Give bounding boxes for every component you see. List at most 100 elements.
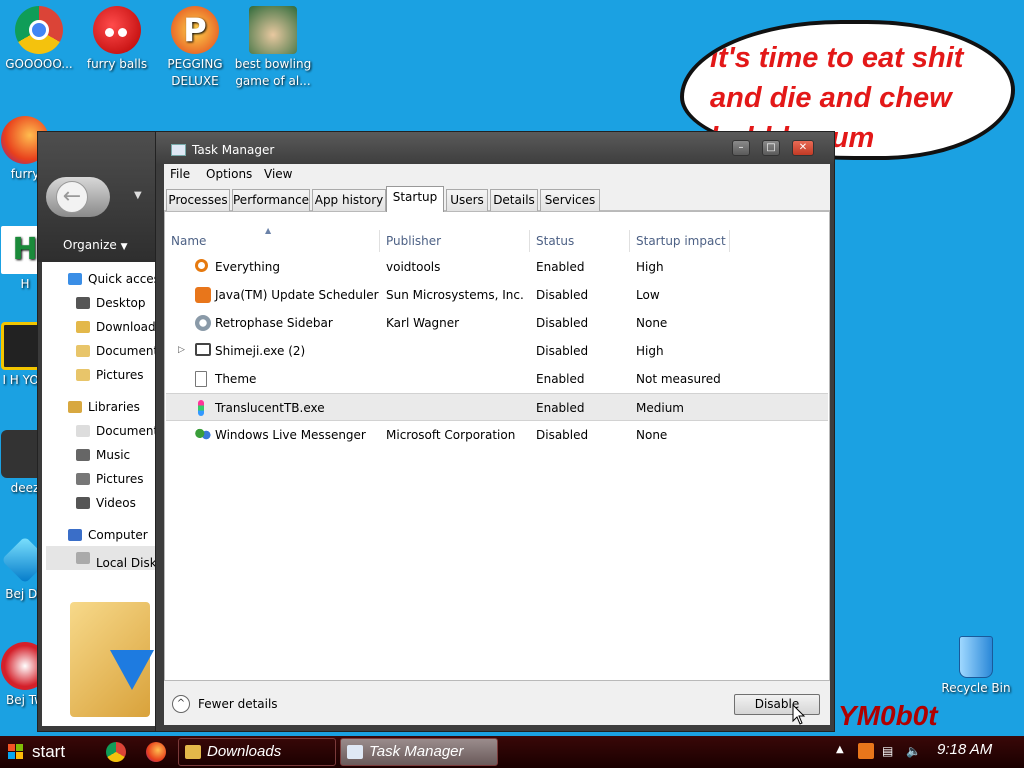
table-row[interactable]: ▷ Shimeji.exe (2) Disabled High	[166, 337, 828, 365]
network-icon[interactable]: ▤	[882, 744, 893, 758]
row-name: Retrophase Sidebar	[215, 316, 333, 330]
task-manager-icon	[171, 144, 186, 156]
row-name: TranslucentTB.exe	[215, 401, 325, 415]
disable-button[interactable]: Disable	[734, 694, 820, 715]
column-divider[interactable]	[729, 230, 730, 252]
tree-item-label: Downloads	[96, 320, 162, 334]
tab-performance[interactable]: Performance	[232, 189, 310, 211]
trash-bin-icon	[959, 636, 993, 678]
show-hidden-icons-icon[interactable]: ▲	[836, 744, 844, 755]
tree-item-lib-documents[interactable]: Documents	[76, 424, 164, 438]
pictures-icon	[76, 473, 90, 485]
tab-users[interactable]: Users	[446, 189, 488, 211]
task-manager-icon	[347, 745, 363, 759]
explorer-navbar: ← ▼ Organize ▼	[38, 132, 168, 262]
tree-item-label: Local Disk	[96, 556, 157, 570]
chevron-up-icon[interactable]: ^	[172, 695, 190, 713]
menu-view[interactable]: View	[264, 167, 292, 181]
footer-bar: ^ Fewer details Disable	[164, 681, 830, 725]
tree-item-documents[interactable]: Documents	[76, 344, 164, 358]
maximize-button[interactable]: □	[762, 140, 780, 156]
table-row[interactable]: Retrophase Sidebar Karl Wagner Disabled …	[166, 309, 828, 337]
tree-item-videos[interactable]: Videos	[76, 496, 136, 510]
column-divider[interactable]	[379, 230, 380, 252]
close-button[interactable]: ✕	[792, 140, 814, 156]
taskbar-button-downloads[interactable]: Downloads	[178, 738, 336, 766]
chrome-taskbar-icon[interactable]	[106, 742, 126, 762]
tree-item-music[interactable]: Music	[76, 448, 130, 462]
bowling-santa-icon	[249, 6, 297, 54]
table-row[interactable]: Windows Live Messenger Microsoft Corpora…	[166, 421, 828, 449]
file-icon	[195, 371, 207, 387]
monitor-icon	[195, 343, 211, 356]
tree-item-local-disk[interactable]: Local Disk	[46, 546, 166, 570]
row-publisher: Sun Microsystems, Inc.	[386, 288, 524, 302]
tree-item-libraries[interactable]: Libraries	[68, 400, 140, 414]
java-tray-icon[interactable]	[858, 743, 874, 759]
explorer-window: ← ▼ Organize ▼ Quick access Desktop Down…	[37, 131, 168, 732]
tab-startup[interactable]: Startup	[386, 186, 444, 212]
volume-icon[interactable]: 🔈	[906, 744, 921, 758]
column-header-startup-impact[interactable]: Startup impact	[636, 234, 726, 248]
row-status: Disabled	[536, 428, 589, 442]
messenger-icon	[195, 427, 211, 443]
tree-item-label: Music	[96, 448, 131, 462]
bowling-game-icon[interactable]: best bowling game of al...	[234, 0, 312, 90]
chrome-icon	[15, 6, 63, 54]
tree-item-lib-pictures[interactable]: Pictures	[76, 472, 144, 486]
row-status: Disabled	[536, 316, 589, 330]
row-publisher: voidtools	[386, 260, 441, 274]
taskbar-button-label: Task Manager	[369, 743, 464, 760]
back-button[interactable]: ←	[46, 177, 110, 217]
organize-button[interactable]: Organize ▼	[63, 238, 128, 252]
tree-item-downloads[interactable]: Downloads	[76, 320, 162, 334]
taskbar-button-label: Downloads	[207, 743, 282, 760]
tree-item-pictures[interactable]: Pictures	[76, 368, 144, 382]
row-publisher: Microsoft Corporation	[386, 428, 516, 442]
table-row[interactable]: Everything voidtools Enabled High	[166, 253, 828, 281]
tab-bar: Processes Performance App history Startu…	[164, 186, 830, 212]
minimize-button[interactable]: –	[732, 140, 750, 156]
desktop-icon-label: furry balls	[86, 57, 148, 71]
clock[interactable]: 9:18 AM	[937, 741, 992, 758]
tab-processes[interactable]: Processes	[166, 189, 230, 211]
expand-chevron-icon[interactable]: ▷	[178, 345, 185, 355]
computer-icon	[68, 529, 82, 541]
furry-balls-icon[interactable]: furry balls	[78, 0, 156, 73]
column-header-name[interactable]: Name	[171, 234, 206, 248]
tab-details[interactable]: Details	[490, 189, 538, 211]
download-arrow-icon	[110, 650, 154, 690]
chrome-desktop-icon[interactable]: GOOOOO...	[0, 0, 78, 73]
column-header-status[interactable]: Status	[536, 234, 574, 248]
column-divider[interactable]	[629, 230, 630, 252]
column-header-publisher[interactable]: Publisher	[386, 234, 441, 248]
row-status: Enabled	[536, 401, 585, 415]
desktop-icon-label: PEGGING DELUXE	[167, 57, 223, 88]
tree-item-desktop[interactable]: Desktop	[76, 296, 146, 310]
table-row[interactable]: Theme Enabled Not measured	[166, 365, 828, 393]
pegging-deluxe-icon[interactable]: P PEGGING DELUXE	[156, 0, 234, 90]
tab-services[interactable]: Services	[540, 189, 600, 211]
fewer-details-link[interactable]: Fewer details	[198, 697, 278, 711]
chevron-down-icon[interactable]: ▼	[134, 190, 142, 201]
local-disk-icon	[76, 552, 90, 564]
title-bar[interactable]: Task Manager – □ ✕	[156, 132, 834, 164]
firefox-taskbar-icon[interactable]	[146, 742, 166, 762]
column-divider[interactable]	[529, 230, 530, 252]
table-row[interactable]: Java(TM) Update Scheduler Sun Microsyste…	[166, 281, 828, 309]
menu-options[interactable]: Options	[206, 167, 252, 181]
row-status: Disabled	[536, 288, 589, 302]
start-button[interactable]: start	[4, 738, 88, 766]
tab-app-history[interactable]: App history	[312, 189, 386, 211]
star-icon	[68, 273, 82, 285]
taskbar-button-task-manager[interactable]: Task Manager	[340, 738, 498, 766]
tree-item-computer[interactable]: Computer	[68, 528, 148, 542]
menu-file[interactable]: File	[170, 167, 190, 181]
red-ball-icon	[93, 6, 141, 54]
desktop-icon-label: best bowling game of al...	[234, 57, 312, 88]
row-publisher: Karl Wagner	[386, 316, 460, 330]
tree-item-quick-access[interactable]: Quick access	[68, 272, 166, 286]
table-row-selected[interactable]: TranslucentTB.exe Enabled Medium	[166, 393, 828, 421]
pictures-icon	[76, 369, 90, 381]
recycle-bin-icon[interactable]: Recycle Bin	[936, 630, 1016, 697]
